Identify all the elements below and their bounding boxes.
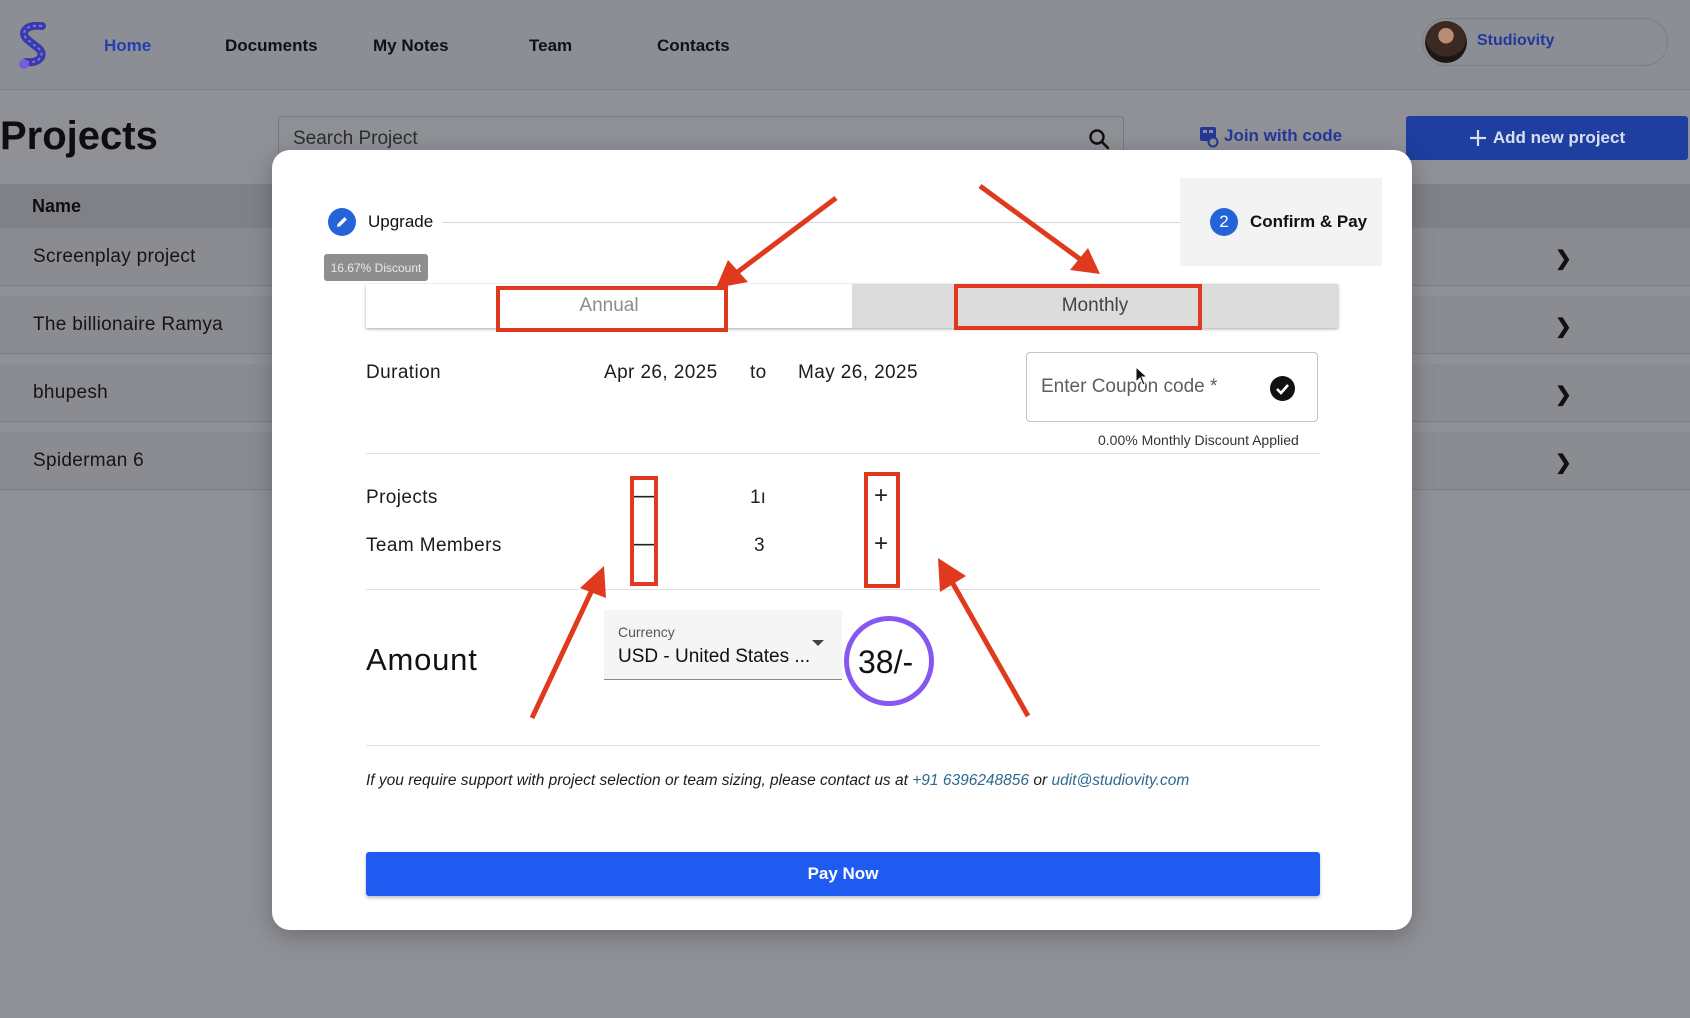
support-message: If you require support with project sele… bbox=[366, 772, 1189, 790]
step-confirm-pay[interactable]: 2 Confirm & Pay bbox=[1210, 208, 1367, 236]
upgrade-modal: Upgrade 2 Confirm & Pay 16.67% Discount … bbox=[272, 150, 1412, 930]
divider bbox=[366, 745, 1320, 746]
coupon-field[interactable]: Enter Coupon code * bbox=[1026, 352, 1318, 422]
duration-start: Apr 26, 2025 bbox=[604, 362, 718, 383]
step-number: 2 bbox=[1210, 208, 1238, 236]
annotation-box-plus bbox=[864, 472, 900, 588]
currency-caption: Currency bbox=[618, 624, 675, 640]
profile-name: Studiovity bbox=[1477, 32, 1555, 49]
currency-value: USD - United States ... bbox=[618, 646, 811, 667]
avatar bbox=[1425, 21, 1467, 63]
search-placeholder: Search Project bbox=[293, 128, 418, 149]
chevron-right-icon[interactable]: ❯ bbox=[1555, 450, 1572, 475]
discount-chip: 16.67% Discount bbox=[324, 254, 428, 281]
chevron-right-icon[interactable]: ❯ bbox=[1555, 314, 1572, 339]
annotation-box-monthly bbox=[954, 284, 1202, 330]
nav-home[interactable]: Home bbox=[104, 36, 151, 56]
duration-end: May 26, 2025 bbox=[798, 362, 918, 383]
studiovity-logo[interactable] bbox=[16, 22, 50, 70]
join-code-icon bbox=[1200, 127, 1219, 148]
join-with-code-button[interactable]: Join with code bbox=[1198, 124, 1342, 148]
pay-now-button[interactable]: Pay Now bbox=[366, 852, 1320, 896]
projects-count: 1ı bbox=[750, 487, 766, 508]
join-with-code-label: Join with code bbox=[1224, 126, 1343, 145]
nav-team[interactable]: Team bbox=[529, 36, 572, 56]
annotation-box-minus bbox=[630, 476, 658, 586]
page-title: Projects bbox=[0, 114, 158, 158]
duration-separator: to bbox=[750, 362, 767, 383]
add-new-project-label: Add new project bbox=[1492, 128, 1626, 147]
coupon-placeholder: Enter Coupon code * bbox=[1041, 376, 1218, 397]
nav-my-notes[interactable]: My Notes bbox=[373, 36, 449, 56]
project-name: The billionaire Ramya bbox=[33, 314, 224, 335]
team-members-count: 3 bbox=[754, 535, 765, 556]
divider bbox=[366, 589, 1320, 590]
support-email-link[interactable]: udit@studiovity.com bbox=[1051, 772, 1189, 789]
support-or: or bbox=[1033, 772, 1048, 789]
search-icon[interactable] bbox=[1087, 127, 1111, 151]
project-name: Screenplay project bbox=[33, 246, 196, 267]
chevron-right-icon[interactable]: ❯ bbox=[1555, 246, 1572, 271]
top-navbar: Home Documents My Notes Team Contacts St… bbox=[0, 0, 1690, 90]
add-new-project-button[interactable]: Add new project bbox=[1406, 116, 1688, 160]
project-name: Spiderman 6 bbox=[33, 450, 145, 471]
support-text: If you require support with project sele… bbox=[366, 772, 908, 789]
plus-icon bbox=[1469, 130, 1486, 146]
amount-highlight-circle bbox=[844, 616, 934, 706]
profile-menu[interactable]: Studiovity bbox=[1422, 18, 1668, 66]
amount-label: Amount bbox=[366, 642, 478, 677]
check-circle-icon[interactable] bbox=[1270, 376, 1295, 401]
currency-select[interactable]: Currency USD - United States ... bbox=[604, 610, 842, 680]
step-confirm-label: Confirm & Pay bbox=[1250, 212, 1368, 231]
stepper-connector bbox=[442, 222, 1200, 223]
pencil-icon bbox=[328, 208, 356, 236]
nav-documents[interactable]: Documents bbox=[225, 36, 318, 56]
annotation-box-annual bbox=[496, 286, 728, 332]
step-upgrade-label: Upgrade bbox=[368, 212, 434, 231]
coupon-discount-note: 0.00% Monthly Discount Applied bbox=[1098, 432, 1299, 448]
column-header-name: Name bbox=[32, 196, 82, 216]
divider bbox=[366, 453, 1320, 454]
chevron-right-icon[interactable]: ❯ bbox=[1555, 382, 1572, 407]
team-members-label: Team Members bbox=[366, 535, 502, 556]
project-name: bhupesh bbox=[33, 382, 109, 403]
projects-label: Projects bbox=[366, 487, 438, 508]
support-phone-link[interactable]: +91 6396248856 bbox=[912, 772, 1029, 789]
nav-contacts[interactable]: Contacts bbox=[657, 36, 730, 56]
dropdown-caret-icon bbox=[812, 640, 824, 646]
step-upgrade[interactable]: Upgrade bbox=[328, 208, 433, 236]
duration-label: Duration bbox=[366, 362, 442, 383]
mouse-cursor-icon bbox=[1135, 366, 1149, 386]
